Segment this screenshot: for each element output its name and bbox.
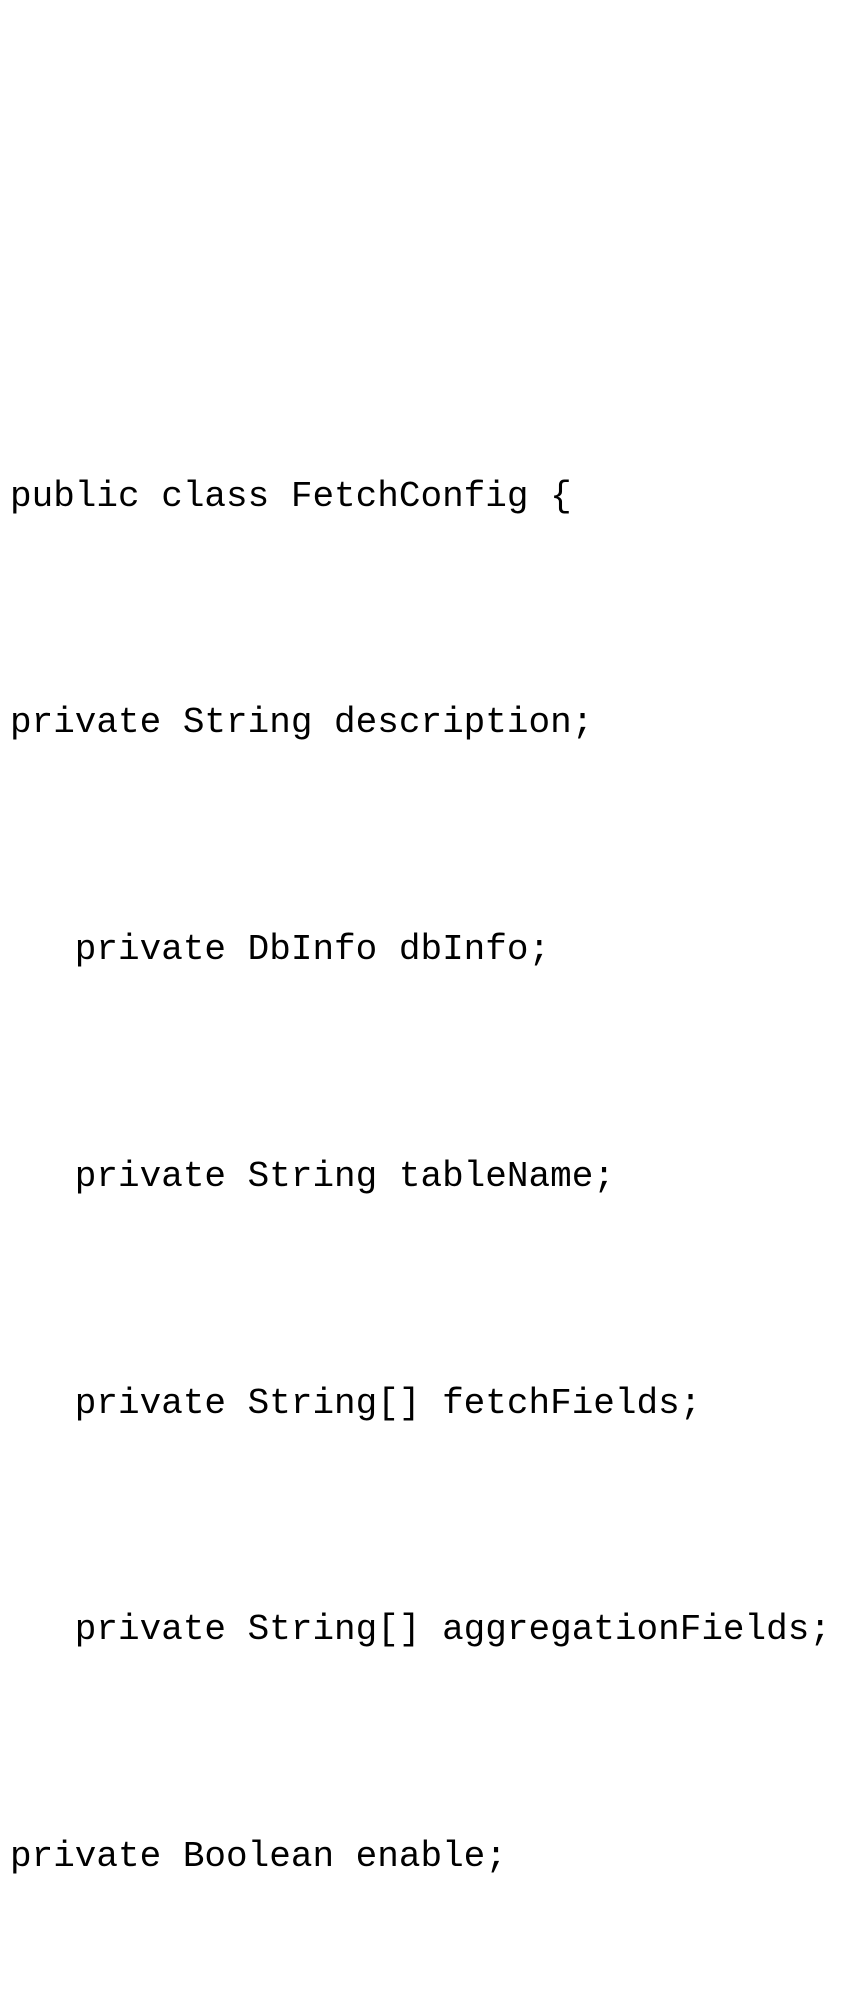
code-line: public class FetchConfig { bbox=[10, 459, 858, 535]
code-line: private String[] fetchFields; bbox=[10, 1366, 858, 1442]
code-line: private Boolean enable; bbox=[10, 1819, 858, 1895]
code-line: private String tableName; bbox=[10, 1139, 858, 1215]
code-block: public class FetchConfig { private Strin… bbox=[10, 307, 858, 2000]
code-line: private DbInfo dbInfo; bbox=[10, 912, 858, 988]
code-line: private String description; bbox=[10, 685, 858, 761]
code-line: private String[] aggregationFields; bbox=[10, 1592, 858, 1668]
